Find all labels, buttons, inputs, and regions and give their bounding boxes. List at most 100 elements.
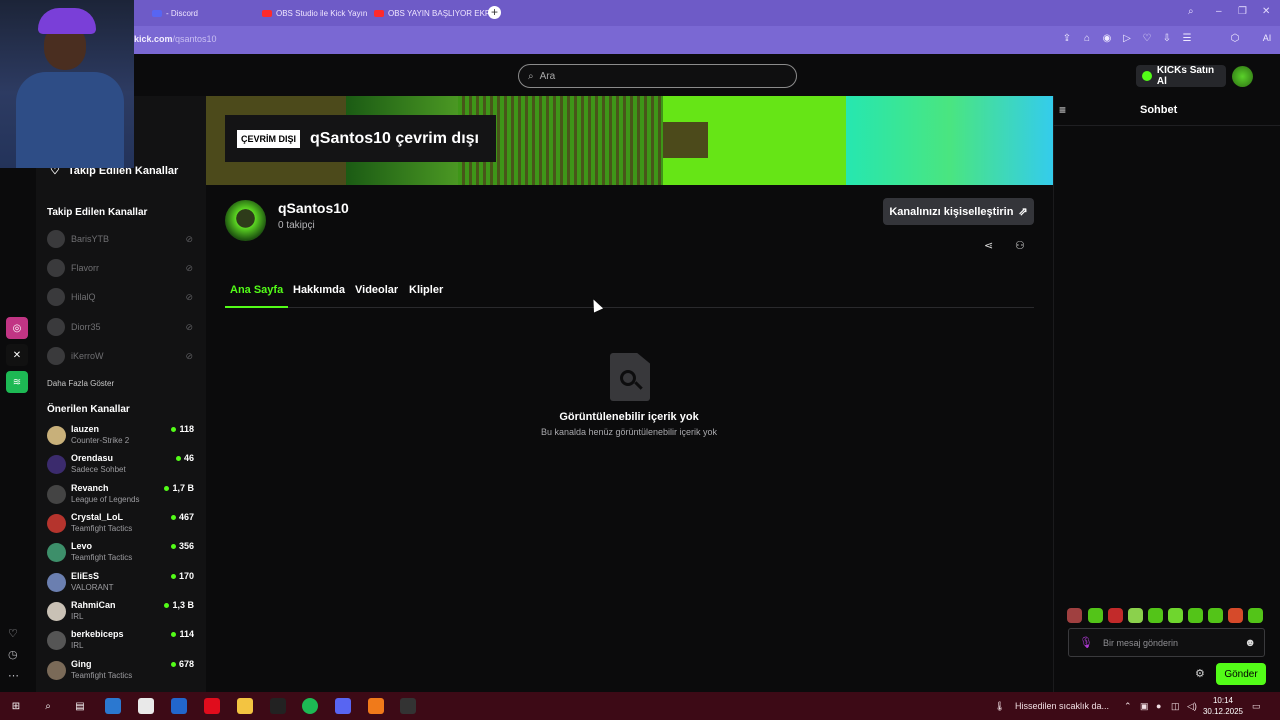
avatar bbox=[47, 661, 66, 680]
chat-settings-icon[interactable]: ⚙ bbox=[1195, 667, 1205, 680]
emoji-icon[interactable]: ☻ bbox=[1244, 637, 1256, 649]
weather-text[interactable]: Hissedilen sıcaklık da... bbox=[1015, 701, 1109, 711]
system-clock[interactable]: 10:14 30.12.2025 bbox=[1202, 695, 1244, 717]
channel-name: Orendasu bbox=[71, 453, 114, 463]
spotify-icon[interactable]: ≋ bbox=[6, 371, 28, 393]
tab-videos[interactable]: Videolar bbox=[355, 284, 398, 308]
search-tabs-icon[interactable]: ⌕ bbox=[1188, 6, 1194, 17]
mail-icon[interactable] bbox=[171, 698, 187, 714]
viewer-number: 1,3 B bbox=[172, 600, 194, 610]
webcam-person-body bbox=[16, 72, 124, 168]
tab-label: OBS YAYIN BAŞLIYOR EKR bbox=[388, 8, 491, 18]
notification-icon[interactable]: ▭ bbox=[1252, 701, 1261, 712]
tab-home[interactable]: Ana Sayfa bbox=[225, 284, 289, 308]
clock-icon[interactable]: ◷ bbox=[8, 648, 18, 661]
channel-tabs: Ana Sayfa Hakkımda Videolar Klipler bbox=[225, 284, 1034, 308]
emote-icon[interactable] bbox=[1188, 608, 1203, 623]
instagram-icon[interactable]: ◎ bbox=[6, 317, 28, 339]
microphone-icon[interactable]: 🎙 bbox=[1079, 636, 1093, 649]
close-icon[interactable]: ✕ bbox=[1262, 6, 1270, 17]
tab-obs-studio[interactable]: OBS Studio ile Kick Yayın bbox=[262, 5, 367, 21]
share-page-icon[interactable]: ⇪ bbox=[1060, 33, 1074, 44]
shield-icon[interactable]: ◉ bbox=[1100, 33, 1114, 44]
screenshot-icon[interactable]: ⌂ bbox=[1080, 33, 1094, 44]
recommended-channel[interactable]: Orendasu Sadece Sohbet 46 bbox=[47, 453, 197, 479]
tab-clips[interactable]: Klipler bbox=[409, 284, 443, 308]
start-icon[interactable]: ⊞ bbox=[8, 698, 24, 714]
search-input[interactable]: ⌕ Ara bbox=[518, 64, 797, 88]
ai-button[interactable]: AI bbox=[1256, 33, 1278, 43]
download-icon[interactable]: ⇩ bbox=[1160, 33, 1174, 44]
viewer-number: 46 bbox=[183, 453, 194, 463]
url-path: /qsantos10 bbox=[172, 34, 217, 44]
more-icon[interactable]: ⋯ bbox=[8, 669, 19, 682]
store-icon[interactable] bbox=[138, 698, 154, 714]
obs-icon[interactable] bbox=[270, 698, 286, 714]
show-more-link[interactable]: Daha Fazla Göster bbox=[47, 379, 114, 388]
recommended-channel[interactable]: Levo Teamfight Tactics 356 bbox=[47, 541, 197, 567]
recommended-channel[interactable]: Crystal_LoL Teamfight Tactics 467 bbox=[47, 512, 197, 538]
channel-category: Teamfight Tactics bbox=[71, 671, 133, 680]
collapse-chat-icon[interactable]: ≡ bbox=[1059, 103, 1066, 117]
emote-icon[interactable] bbox=[1208, 608, 1223, 623]
heart-icon[interactable]: ♡ bbox=[8, 627, 18, 640]
emote-icon[interactable] bbox=[1148, 608, 1163, 623]
emote-icon[interactable] bbox=[1248, 608, 1263, 623]
recommended-channel[interactable]: Ging Teamfight Tactics 678 bbox=[47, 659, 197, 685]
send-button[interactable]: Gönder bbox=[1216, 663, 1266, 685]
network-icon[interactable]: ◫ bbox=[1171, 701, 1180, 712]
emote-icon[interactable] bbox=[1228, 608, 1243, 623]
volume-icon[interactable]: ◁) bbox=[1187, 701, 1197, 712]
tab-obs-yayin[interactable]: OBS YAYIN BAŞLIYOR EKR bbox=[374, 5, 491, 21]
channel-name: RahmiCan bbox=[71, 600, 116, 610]
emote-icon[interactable] bbox=[1128, 608, 1143, 623]
share-icon[interactable]: ⋖ bbox=[984, 239, 993, 252]
url-field[interactable]: kick.com/qsantos10 bbox=[134, 34, 217, 44]
chevron-up-icon[interactable]: ⌃ bbox=[1124, 701, 1132, 712]
recommended-channel[interactable]: lauzen Counter-Strike 2 118 bbox=[47, 424, 197, 450]
tab-discord[interactable]: - Discord bbox=[152, 5, 198, 21]
user-settings-icon[interactable]: ⚇ bbox=[1015, 239, 1025, 252]
followed-channel[interactable]: Diorr35 ⊘ bbox=[47, 317, 197, 337]
menu-icon[interactable]: ☰ bbox=[1180, 33, 1194, 44]
kicks-buy-button[interactable]: KICKs Satın Al bbox=[1136, 65, 1226, 87]
viewer-count: 46 bbox=[175, 453, 194, 463]
discord-icon[interactable] bbox=[335, 698, 351, 714]
file-explorer-icon[interactable] bbox=[237, 698, 253, 714]
copilot-icon[interactable] bbox=[105, 698, 121, 714]
emote-icon[interactable] bbox=[1088, 608, 1103, 623]
emote-icon[interactable] bbox=[1168, 608, 1183, 623]
app-icon[interactable] bbox=[368, 698, 384, 714]
search-icon[interactable]: ⌕ bbox=[40, 698, 56, 714]
microphone-icon[interactable]: ● bbox=[1156, 701, 1161, 711]
x-icon[interactable]: ✕ bbox=[6, 344, 28, 366]
emote-icon[interactable] bbox=[1108, 608, 1123, 623]
minimize-icon[interactable]: – bbox=[1216, 6, 1222, 17]
restore-icon[interactable]: ❐ bbox=[1238, 6, 1247, 17]
spotify-icon[interactable] bbox=[302, 698, 318, 714]
opera-icon[interactable] bbox=[204, 698, 220, 714]
chat-message-input[interactable]: 🎙 Bir mesaj gönderin ☻ bbox=[1068, 628, 1265, 657]
heart-icon[interactable]: ♡ bbox=[1140, 33, 1154, 44]
recommended-channel[interactable]: berkebiceps IRL 114 bbox=[47, 629, 197, 655]
app-icon[interactable] bbox=[400, 698, 416, 714]
followed-channel[interactable]: iKerroW ⊘ bbox=[47, 346, 197, 366]
followed-channel[interactable]: HilalQ ⊘ bbox=[47, 287, 197, 307]
customize-channel-button[interactable]: Kanalınızı kişiselleştirin ⇗ bbox=[883, 198, 1034, 225]
extension-icon[interactable]: ⬡ bbox=[1228, 33, 1242, 44]
recommended-channel[interactable]: RahmiCan IRL 1,3 B bbox=[47, 600, 197, 626]
recommended-channel[interactable]: EliEsS VALORANT 170 bbox=[47, 571, 197, 597]
emote-icon[interactable] bbox=[1067, 608, 1082, 623]
task-view-icon[interactable]: ▤ bbox=[72, 698, 88, 714]
channel-name: BarisYTB bbox=[71, 234, 110, 244]
camera-icon[interactable]: ▣ bbox=[1140, 701, 1149, 712]
followed-section-title: Takip Edilen Kanallar bbox=[47, 207, 148, 218]
play-icon[interactable]: ▷ bbox=[1120, 33, 1134, 44]
followed-channel[interactable]: BarisYTB ⊘ bbox=[47, 229, 197, 249]
live-dot bbox=[164, 485, 170, 491]
user-avatar[interactable] bbox=[1232, 66, 1253, 87]
new-tab-button[interactable]: + bbox=[488, 6, 501, 19]
recommended-channel[interactable]: Revanch League of Legends 1,7 B bbox=[47, 483, 197, 509]
followed-channel[interactable]: Flavorr ⊘ bbox=[47, 258, 197, 278]
tab-about[interactable]: Hakkımda bbox=[293, 284, 345, 308]
